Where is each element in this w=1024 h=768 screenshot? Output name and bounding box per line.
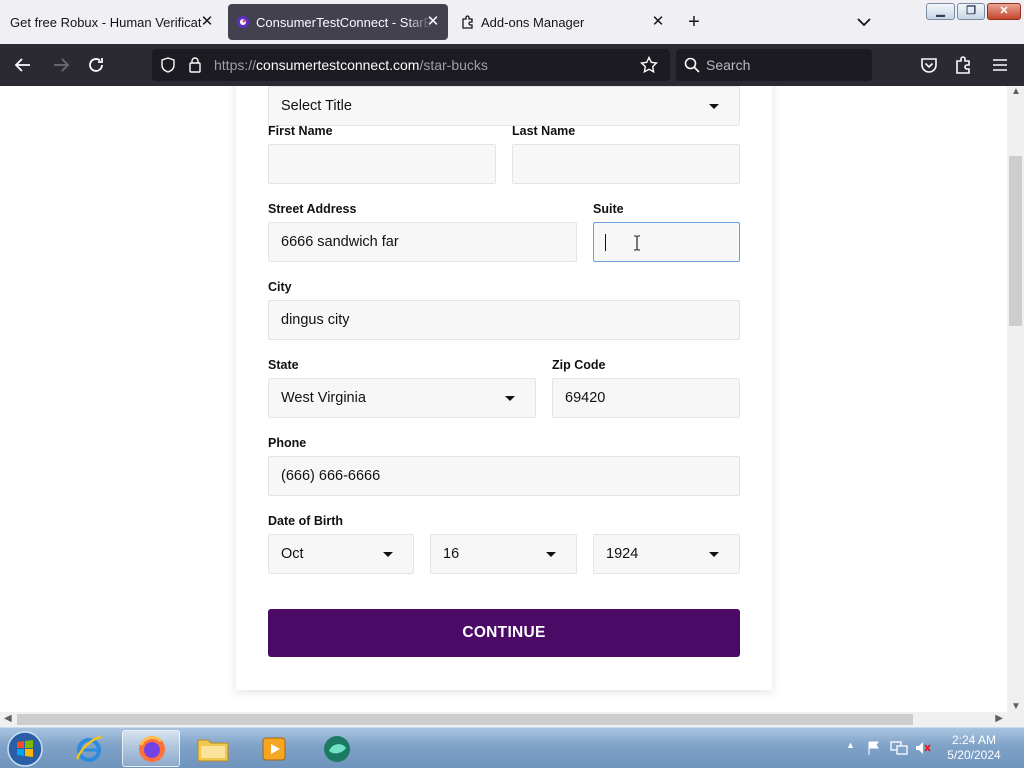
folder-icon <box>197 739 229 762</box>
dob-day-select[interactable]: 16 <box>430 534 577 574</box>
windows-start-icon[interactable] <box>4 730 46 768</box>
phone-field[interactable]: (666) 666-6666 <box>268 456 740 496</box>
registration-form: Select Title First Name Last Name Street… <box>236 86 772 690</box>
extensions-icon[interactable] <box>953 54 975 76</box>
clock-date: 5/20/2024 <box>947 748 1001 762</box>
show-hidden-icons-icon[interactable]: ▲ <box>846 740 855 750</box>
taskbar-media-player[interactable] <box>246 730 304 767</box>
phone-label: Phone <box>268 436 307 450</box>
lock-icon[interactable] <box>188 56 202 73</box>
scroll-up-icon[interactable]: ▲ <box>1011 86 1021 97</box>
tab-title: ConsumerTestConnect - StarBucks <box>256 14 432 30</box>
title-select-value: Select Title <box>281 98 352 114</box>
street-address-label: Street Address <box>268 202 357 216</box>
tab-strip: Get free Robux - Human Verification ✕ Co… <box>0 0 1024 44</box>
street-address-field[interactable]: 6666 sandwich far <box>268 222 577 262</box>
state-label: State <box>268 358 299 372</box>
system-clock[interactable]: 2:24 AM 5/20/2024 <box>934 733 1014 763</box>
flag-icon[interactable] <box>866 740 882 756</box>
zip-code-field[interactable]: 69420 <box>552 378 740 418</box>
suite-label: Suite <box>593 202 624 216</box>
app-icon <box>324 736 350 762</box>
first-name-label: First Name <box>268 124 333 138</box>
back-icon[interactable] <box>12 54 34 76</box>
search-icon <box>684 57 700 73</box>
state-value: West Virginia <box>281 390 366 406</box>
star-icon[interactable] <box>640 56 658 74</box>
scroll-down-icon[interactable]: ▼ <box>1011 701 1021 712</box>
restore-button[interactable]: ❐ <box>957 3 985 20</box>
search-placeholder: Search <box>706 57 751 73</box>
continue-button[interactable]: CONTINUE <box>268 609 740 657</box>
volume-muted-icon[interactable] <box>914 740 932 756</box>
new-tab-button[interactable]: + <box>684 12 704 32</box>
tab-consumertestconnect[interactable]: ConsumerTestConnect - StarBucks ✕ <box>228 4 448 40</box>
horizontal-scrollbar[interactable]: ◀ ▶ <box>0 712 1007 727</box>
taskbar-internet-explorer[interactable] <box>60 730 118 767</box>
taskbar-firefox[interactable] <box>122 730 180 767</box>
text-caret <box>605 234 606 251</box>
scroll-right-icon[interactable]: ▶ <box>995 713 1003 724</box>
dropdown-caret-icon <box>709 552 719 557</box>
navigation-toolbar: https://consumertestconnect.com/star-buc… <box>0 44 1024 86</box>
phone-value: (666) 666-6666 <box>281 468 381 484</box>
network-icon[interactable] <box>890 740 908 756</box>
url-bar[interactable]: https://consumertestconnect.com/star-buc… <box>152 49 670 81</box>
city-label: City <box>268 280 292 294</box>
last-name-field[interactable] <box>512 144 740 184</box>
taskbar-app[interactable] <box>308 730 366 767</box>
reload-icon[interactable] <box>85 54 107 76</box>
title-select[interactable]: Select Title <box>268 86 740 126</box>
date-of-birth-label: Date of Birth <box>268 514 343 528</box>
vertical-scroll-thumb[interactable] <box>1009 156 1022 326</box>
minimize-button[interactable]: ▁ <box>926 3 955 20</box>
city-value: dingus city <box>281 312 350 328</box>
close-window-button[interactable]: ✕ <box>987 3 1021 20</box>
internet-explorer-icon <box>75 735 102 762</box>
ibeam-cursor-icon <box>634 235 640 251</box>
scrollbar-corner <box>1007 712 1024 727</box>
dropdown-caret-icon <box>546 552 556 557</box>
dropdown-caret-icon <box>505 396 515 401</box>
state-select[interactable]: West Virginia <box>268 378 536 418</box>
search-bar[interactable]: Search <box>676 49 872 81</box>
chevron-down-icon[interactable] <box>854 12 874 32</box>
first-name-field[interactable] <box>268 144 496 184</box>
zip-code-value: 69420 <box>565 390 606 406</box>
horizontal-scroll-thumb[interactable] <box>17 714 913 725</box>
forward-icon[interactable] <box>50 54 72 76</box>
tab-addons-manager[interactable]: Add-ons Manager ✕ <box>455 4 673 40</box>
dob-year-select[interactable]: 1924 <box>593 534 740 574</box>
dob-month-select[interactable]: Oct <box>268 534 414 574</box>
site-favicon-icon <box>237 16 249 28</box>
windows-taskbar: ▲ 2:24 AM 5/20/2024 <box>0 727 1024 768</box>
taskbar-file-explorer[interactable] <box>184 730 242 767</box>
close-icon[interactable]: ✕ <box>198 13 216 31</box>
vertical-scrollbar[interactable]: ▲ ▼ <box>1007 86 1024 712</box>
dropdown-caret-icon <box>709 104 719 109</box>
clock-time: 2:24 AM <box>951 733 997 747</box>
pocket-icon[interactable] <box>918 54 940 76</box>
shield-icon[interactable] <box>160 57 176 73</box>
city-field[interactable]: dingus city <box>268 300 740 340</box>
zip-code-label: Zip Code <box>552 358 606 372</box>
dropdown-caret-icon <box>383 552 393 557</box>
close-icon[interactable]: ✕ <box>424 13 442 31</box>
suite-field[interactable] <box>593 222 740 262</box>
url-text: https://consumertestconnect.com/star-buc… <box>214 57 488 73</box>
scroll-left-icon[interactable]: ◀ <box>4 713 12 724</box>
tab-robux[interactable]: Get free Robux - Human Verification ✕ <box>0 4 222 40</box>
puzzle-icon <box>462 15 473 29</box>
close-icon[interactable]: ✕ <box>649 13 667 31</box>
tab-title: Get free Robux - Human Verification <box>10 14 202 30</box>
tab-title: Add-ons Manager <box>481 14 585 30</box>
page-viewport: Select Title First Name Last Name Street… <box>0 86 1024 712</box>
last-name-label: Last Name <box>512 124 576 138</box>
media-player-icon <box>262 737 286 761</box>
hamburger-menu-icon[interactable] <box>989 54 1011 76</box>
firefox-icon <box>139 736 165 762</box>
street-address-value: 6666 sandwich far <box>281 234 399 250</box>
